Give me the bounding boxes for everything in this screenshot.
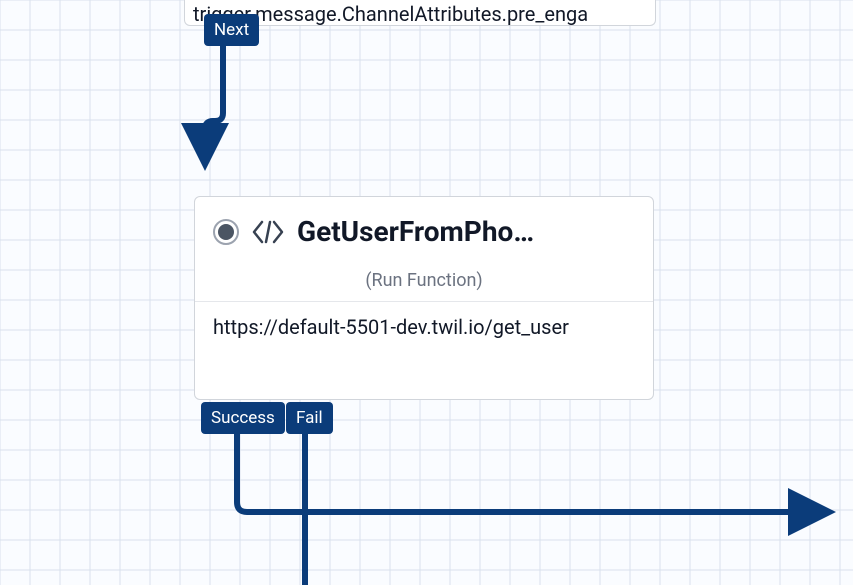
widget-get-user[interactable]: GetUserFromPho… (Run Function) https://d… bbox=[194, 196, 654, 400]
port-next[interactable]: Next bbox=[204, 14, 259, 46]
widget-subtitle: (Run Function) bbox=[213, 270, 635, 291]
input-connector-icon bbox=[213, 219, 239, 245]
port-fail[interactable]: Fail bbox=[286, 402, 333, 434]
port-success[interactable]: Success bbox=[201, 402, 285, 434]
widget-detail: https://default-5501-dev.twil.io/get_use… bbox=[213, 302, 635, 339]
widget-title: GetUserFromPho… bbox=[297, 215, 635, 248]
edge-next-to-main bbox=[205, 40, 223, 165]
edge-success-out bbox=[237, 432, 830, 512]
flow-canvas[interactable]: trigger.message.ChannelAttributes.pre_en… bbox=[0, 0, 853, 585]
code-icon bbox=[251, 219, 285, 245]
